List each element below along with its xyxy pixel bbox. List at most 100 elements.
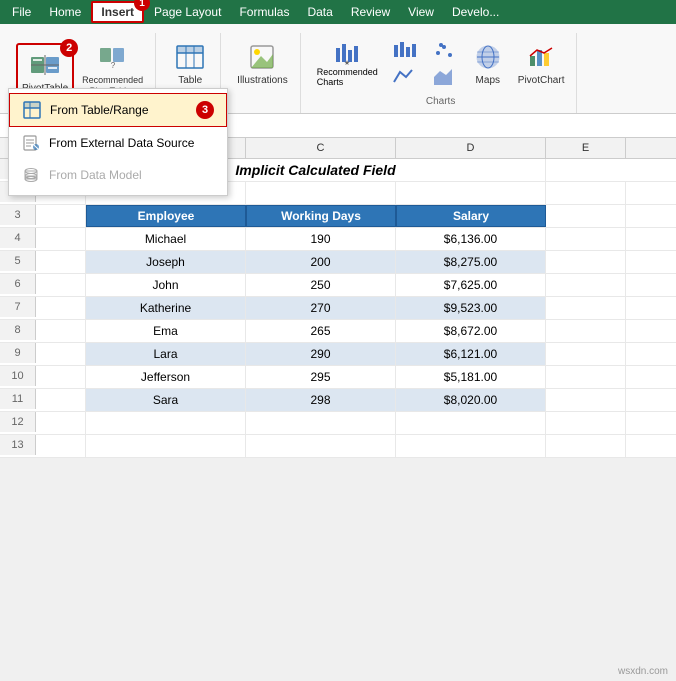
cell-D4[interactable]: $6,136.00 xyxy=(396,228,546,250)
maps-button[interactable]: Maps xyxy=(466,37,510,89)
cell-C8[interactable]: 265 xyxy=(246,320,396,342)
cell-E2[interactable] xyxy=(546,182,626,204)
menu-review[interactable]: Review xyxy=(343,3,398,21)
cell-B4[interactable]: Michael xyxy=(86,228,246,250)
cell-A5[interactable] xyxy=(36,251,86,273)
cell-E3[interactable] xyxy=(546,205,626,227)
cell-B8[interactable]: Ema xyxy=(86,320,246,342)
cell-C4[interactable]: 190 xyxy=(246,228,396,250)
cell-C9[interactable]: 290 xyxy=(246,343,396,365)
cell-E13[interactable] xyxy=(546,435,626,457)
from-table-range-item[interactable]: From Table/Range 3 xyxy=(9,93,227,127)
from-data-model-item: From Data Model xyxy=(9,159,227,191)
cell-C11[interactable]: 298 xyxy=(246,389,396,411)
cell-E6[interactable] xyxy=(546,274,626,296)
pivotchart-button[interactable]: PivotChart xyxy=(514,37,569,89)
row-num-4: 4 xyxy=(0,228,36,248)
illustrations-label: Illustrations xyxy=(237,75,288,87)
cell-D9[interactable]: $6,121.00 xyxy=(396,343,546,365)
menu-bar: File Home Insert 1 Page Layout Formulas … xyxy=(0,0,676,24)
recommended-pivottables-icon: ? xyxy=(95,39,131,75)
from-external-data-source-item[interactable]: From External Data Source xyxy=(9,127,227,159)
cell-E4[interactable] xyxy=(546,228,626,250)
cell-B5[interactable]: Joseph xyxy=(86,251,246,273)
cell-C5[interactable]: 200 xyxy=(246,251,396,273)
row-num-7: 7 xyxy=(0,297,36,317)
area-chart-icon xyxy=(430,67,458,87)
line-chart-button[interactable] xyxy=(386,65,422,89)
cell-D7[interactable]: $9,523.00 xyxy=(396,297,546,319)
area-chart-button[interactable] xyxy=(426,65,462,89)
cell-A12[interactable] xyxy=(36,412,86,434)
cell-D6[interactable]: $7,625.00 xyxy=(396,274,546,296)
cell-C10[interactable]: 295 xyxy=(246,366,396,388)
menu-home[interactable]: Home xyxy=(41,3,89,21)
cell-B12[interactable] xyxy=(86,412,246,434)
step-badge-2: 2 xyxy=(60,39,78,57)
row-11: 11 Sara 298 $8,020.00 xyxy=(0,389,676,412)
cell-C13[interactable] xyxy=(246,435,396,457)
recommended-charts-label: RecommendedCharts xyxy=(317,67,378,87)
cell-A7[interactable] xyxy=(36,297,86,319)
row-num-13: 13 xyxy=(0,435,36,455)
cell-A3[interactable] xyxy=(36,205,86,227)
cell-E12[interactable] xyxy=(546,412,626,434)
menu-view[interactable]: View xyxy=(400,3,442,21)
cell-D5[interactable]: $8,275.00 xyxy=(396,251,546,273)
cell-C7[interactable]: 270 xyxy=(246,297,396,319)
cell-D8[interactable]: $8,672.00 xyxy=(396,320,546,342)
illustrations-icon xyxy=(244,39,280,75)
data-model-icon xyxy=(21,165,41,185)
cell-A6[interactable] xyxy=(36,274,86,296)
cell-A9[interactable] xyxy=(36,343,86,365)
cell-B10[interactable]: Jefferson xyxy=(86,366,246,388)
row-4: 4 Michael 190 $6,136.00 xyxy=(0,228,676,251)
cell-A13[interactable] xyxy=(36,435,86,457)
menu-page-layout[interactable]: Page Layout xyxy=(146,3,229,21)
cell-D3-header[interactable]: Salary xyxy=(396,205,546,227)
cell-D11[interactable]: $8,020.00 xyxy=(396,389,546,411)
cell-C3-header[interactable]: Working Days xyxy=(246,205,396,227)
scatter-chart-button[interactable] xyxy=(426,39,462,63)
cell-B3-header[interactable]: Employee xyxy=(86,205,246,227)
menu-data[interactable]: Data xyxy=(299,3,340,21)
cell-E9[interactable] xyxy=(546,343,626,365)
cell-A10[interactable] xyxy=(36,366,86,388)
ribbon-group-illustrations: Illustrations xyxy=(225,33,301,113)
svg-text:★: ★ xyxy=(344,59,350,66)
table-button[interactable]: B Table xyxy=(168,37,212,89)
cell-C6[interactable]: 250 xyxy=(246,274,396,296)
menu-insert[interactable]: Insert 1 xyxy=(91,1,144,23)
pivottable-dropdown: From Table/Range 3 From External Data So… xyxy=(8,88,228,196)
row-num-5: 5 xyxy=(0,251,36,271)
menu-formulas[interactable]: Formulas xyxy=(231,3,297,21)
bar-chart-button[interactable] xyxy=(386,39,422,63)
cell-B7[interactable]: Katherine xyxy=(86,297,246,319)
cell-C12[interactable] xyxy=(246,412,396,434)
cell-B9[interactable]: Lara xyxy=(86,343,246,365)
cell-A8[interactable] xyxy=(36,320,86,342)
cell-A4[interactable] xyxy=(36,228,86,250)
cell-D12[interactable] xyxy=(396,412,546,434)
cell-C2[interactable] xyxy=(246,182,396,204)
cell-E8[interactable] xyxy=(546,320,626,342)
cell-D10[interactable]: $5,181.00 xyxy=(396,366,546,388)
cell-E11[interactable] xyxy=(546,389,626,411)
cell-B11[interactable]: Sara xyxy=(86,389,246,411)
illustrations-button[interactable]: Illustrations xyxy=(233,37,292,89)
cell-A11[interactable] xyxy=(36,389,86,411)
cell-E7[interactable] xyxy=(546,297,626,319)
cell-E5[interactable] xyxy=(546,251,626,273)
menu-develo[interactable]: Develo... xyxy=(444,3,507,21)
line-chart-icon xyxy=(390,67,418,87)
maps-label: Maps xyxy=(476,75,500,87)
menu-file[interactable]: File xyxy=(4,3,39,21)
cell-B6[interactable]: John xyxy=(86,274,246,296)
recommended-charts-button[interactable]: ★ RecommendedCharts xyxy=(313,37,382,89)
row-num-6: 6 xyxy=(0,274,36,294)
cell-D13[interactable] xyxy=(396,435,546,457)
cell-D2[interactable] xyxy=(396,182,546,204)
cell-B13[interactable] xyxy=(86,435,246,457)
cell-E10[interactable] xyxy=(546,366,626,388)
row-num-3: 3 xyxy=(0,205,36,225)
